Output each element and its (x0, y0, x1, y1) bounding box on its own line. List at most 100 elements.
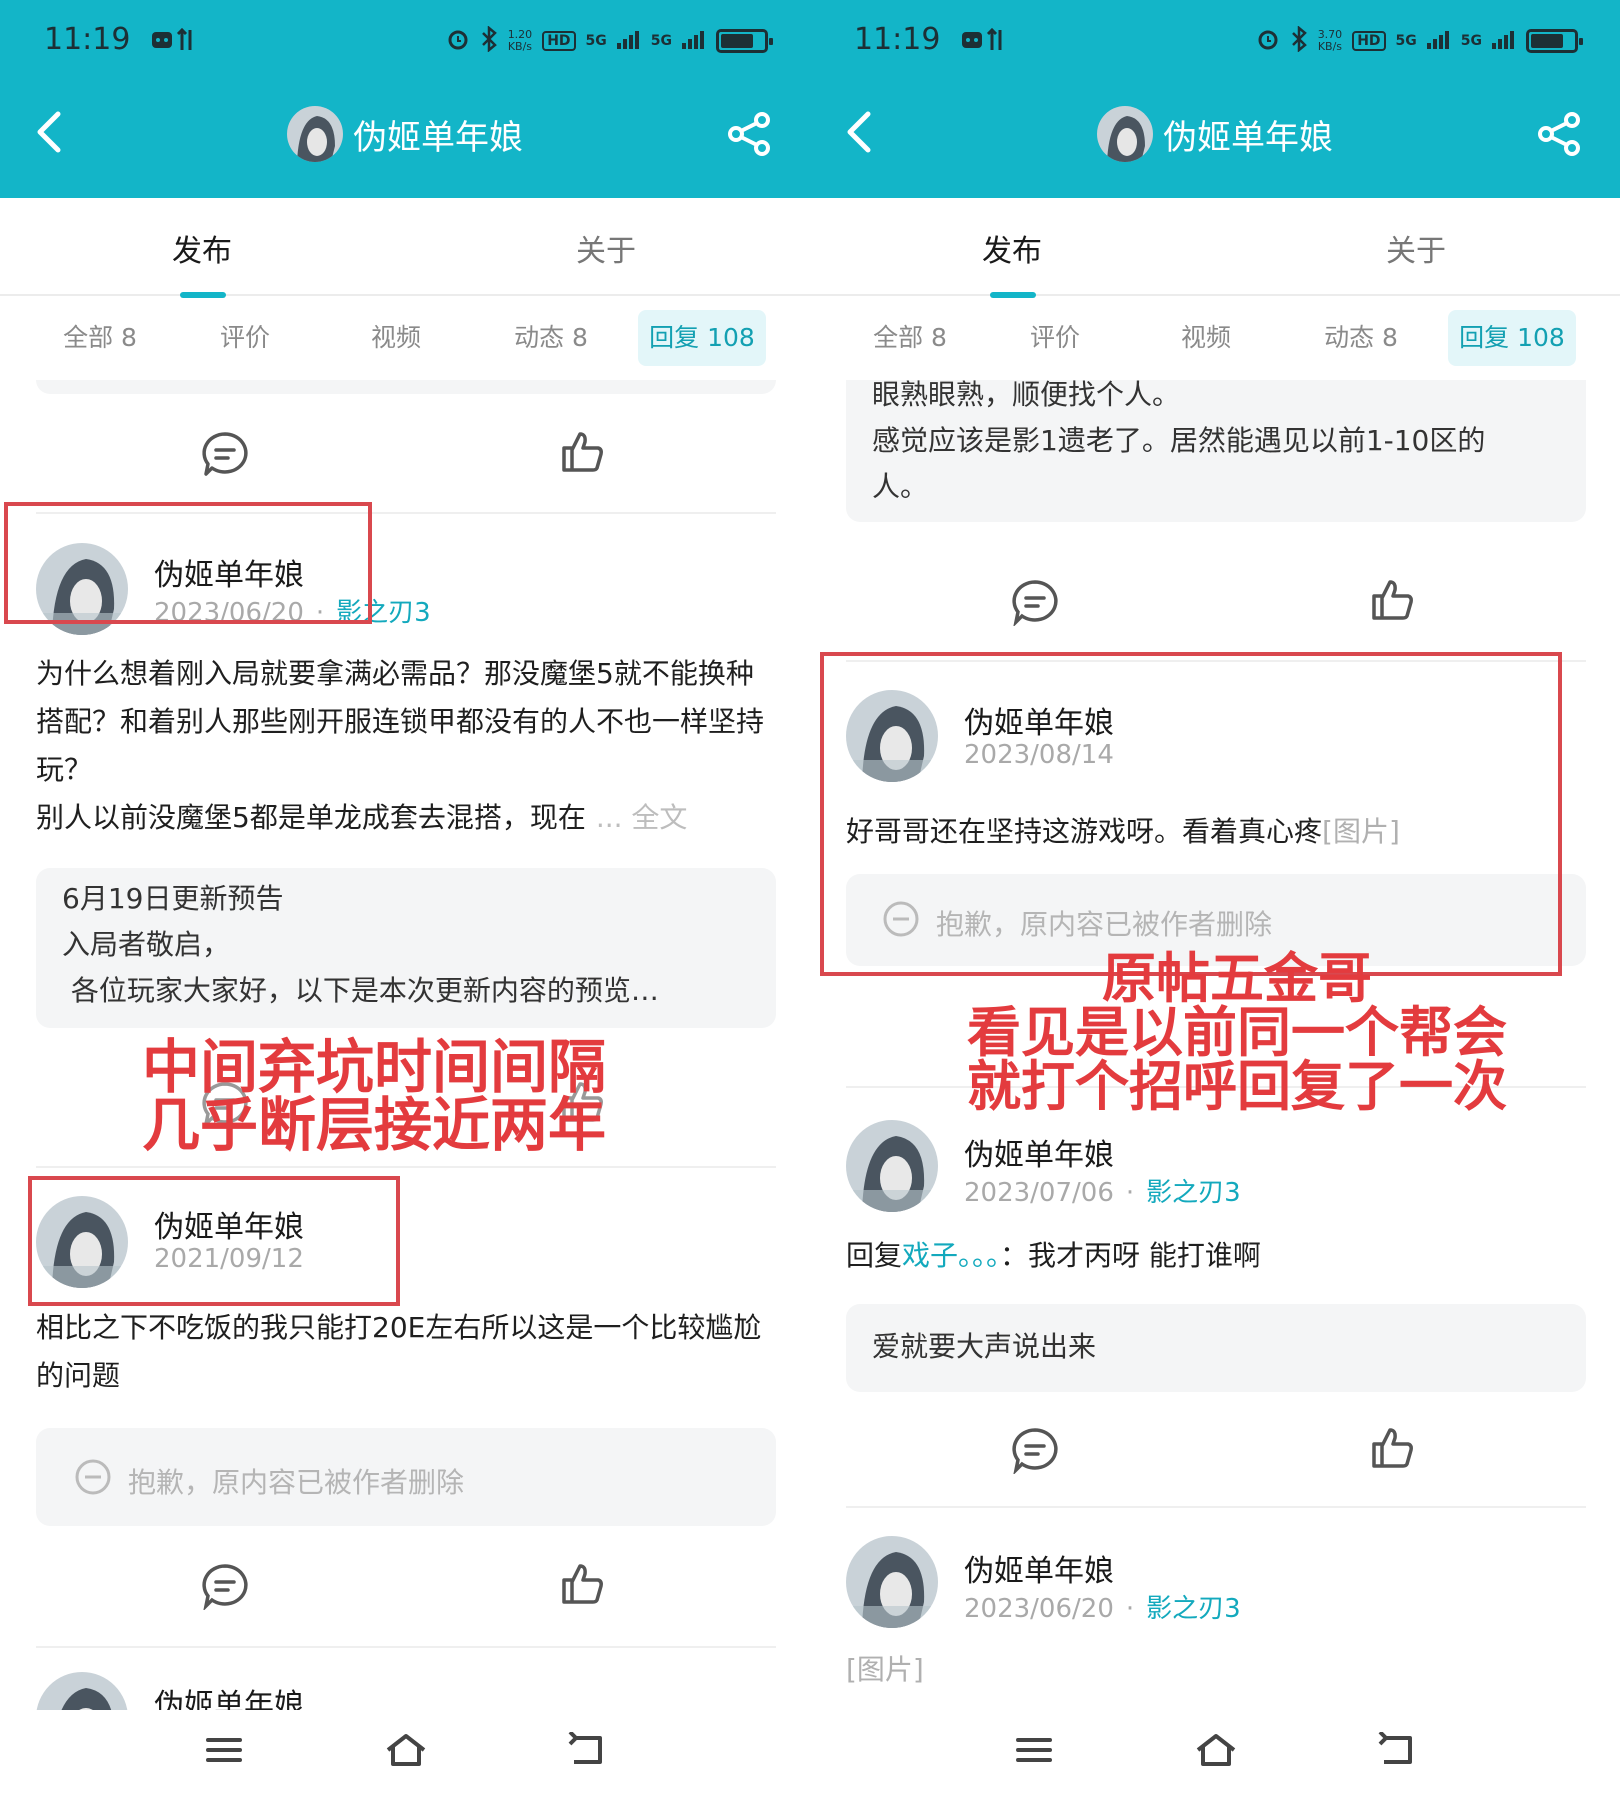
battery-icon (716, 29, 773, 53)
network-speed: 1.20 KB/s (508, 29, 533, 53)
annotation-line: 看见是以前同一个帮会 (967, 1001, 1507, 1064)
return-icon[interactable] (566, 1730, 606, 1772)
filter-moments[interactable]: 动态 8 (1310, 310, 1412, 366)
signal-5g-2: 5G (1460, 33, 1482, 49)
alarm-icon (1256, 27, 1280, 55)
tab-publish[interactable]: 发布 (982, 226, 1042, 270)
like-icon[interactable] (1368, 576, 1416, 628)
system-nav-bar (810, 1710, 1620, 1800)
post-author[interactable]: 伪姬单年娘 (154, 1680, 304, 1710)
like-icon[interactable] (558, 1560, 606, 1612)
tab-active-indicator (990, 292, 1036, 298)
page-title: 伪姬单年娘 (1163, 117, 1333, 158)
bluetooth-icon (1290, 25, 1308, 56)
divider (846, 1506, 1586, 1508)
avatar[interactable] (846, 1536, 938, 1628)
home-icon[interactable] (384, 1732, 428, 1772)
annotation-line: 原帖五金哥 (1102, 947, 1372, 1010)
signal-bars-icon (1492, 29, 1516, 53)
return-icon[interactable] (1376, 1730, 1416, 1772)
status-indicators: 3.70 KB/s HD 5G 5G (1256, 25, 1583, 56)
quote-text: 6月19日更新预告 入局者敬启， 各位玩家大家好，以下是本次更新内容的预览… (62, 876, 762, 1014)
left-screenshot: 11:19 1.20 KB/s HD 5G 5G 伪姬单年娘 发布 关于 全部 8… (0, 0, 810, 1800)
post-text-main: 为什么想着刚入局就要拿满必需品？那没魔堡5就不能换种搭配？和着别人那些刚开服连锁… (36, 657, 765, 786)
filter-replies[interactable]: 回复 108 (638, 310, 766, 366)
signal-5g-1: 5G (1395, 33, 1417, 49)
comment-icon[interactable] (1010, 1426, 1060, 1478)
like-icon[interactable] (558, 428, 606, 480)
filter-bar: 全部 8 评价 视频 动态 8 回复 108 (0, 310, 810, 366)
game-tag[interactable]: 影之刃3 (1146, 1594, 1241, 1624)
menu-icon[interactable] (204, 1732, 244, 1772)
status-bar: 11:19 1.20 KB/s HD 5G 5G (0, 0, 810, 86)
filter-all[interactable]: 全部 8 (50, 310, 150, 366)
read-more-link[interactable]: ... 全文 (596, 801, 688, 834)
game-tag[interactable]: 影之刃3 (1146, 1178, 1241, 1208)
home-icon[interactable] (1194, 1732, 1238, 1772)
post-text[interactable]: 回复戏子。。。：我才丙呀 能打谁啊 (846, 1232, 1586, 1280)
annotation-line: 几乎断层接近两年 (142, 1091, 607, 1159)
menu-icon[interactable] (1014, 1732, 1054, 1772)
filter-replies[interactable]: 回复 108 (1448, 310, 1576, 366)
status-time: 11:19 (44, 22, 131, 57)
divider (36, 1166, 776, 1168)
filter-videos[interactable]: 视频 (1166, 310, 1246, 366)
quote-line: 各位玩家大家好，以下是本次更新内容的预览… (62, 974, 659, 1007)
post-date: 2023/07/06 (964, 1178, 1114, 1208)
profile-title: 伪姬单年娘 (0, 106, 810, 162)
post-author[interactable]: 伪姬单年娘 (964, 1130, 1114, 1174)
avatar[interactable] (36, 1672, 128, 1710)
post-text[interactable]: 为什么想着刚入局就要拿满必需品？那没魔堡5就不能换种搭配？和着别人那些刚开服连锁… (36, 650, 776, 842)
filter-reviews[interactable]: 评价 (205, 310, 285, 366)
post-text[interactable]: 相比之下不吃饭的我只能打20E左右所以这是一个比较尴尬的问题 (36, 1304, 776, 1400)
status-indicators: 1.20 KB/s HD 5G 5G (446, 25, 773, 56)
filter-bar: 全部 8 评价 视频 动态 8 回复 108 (810, 310, 1620, 366)
alarm-icon (446, 27, 470, 55)
minus-circle-icon (74, 1458, 112, 1503)
status-time: 11:19 (854, 22, 941, 57)
filter-reviews[interactable]: 评价 (1015, 310, 1095, 366)
hd-badge: HD (542, 31, 576, 51)
comment-icon[interactable] (1010, 578, 1060, 630)
share-icon[interactable] (1538, 112, 1582, 160)
avatar (1097, 106, 1153, 162)
profile-tabs: 发布 关于 (810, 198, 1620, 296)
feed: 伪姬单年娘 2023/06/20 · 影之刃3 为什么想着刚入局就要拿满必需品？那没… (0, 380, 810, 1710)
filter-all[interactable]: 全部 8 (860, 310, 960, 366)
annotation-line: 就打个招呼回复了一次 (967, 1055, 1507, 1118)
image-tag[interactable]: [图片] (846, 1646, 924, 1694)
filter-moments[interactable]: 动态 8 (500, 310, 602, 366)
tab-publish[interactable]: 发布 (172, 226, 232, 270)
status-app-icons (150, 26, 200, 56)
post-author[interactable]: 伪姬单年娘 (964, 1546, 1114, 1590)
quote-line: 人。 (872, 470, 929, 503)
post-date: 2023/06/20 (964, 1594, 1114, 1624)
quote-line: 6月19日更新预告 (62, 882, 284, 915)
tab-about[interactable]: 关于 (1386, 226, 1446, 270)
signal-bars-icon (682, 29, 706, 53)
share-icon[interactable] (728, 112, 772, 160)
comment-icon[interactable] (200, 1562, 250, 1614)
highlight-box (28, 1176, 400, 1306)
quote-text: 眼熟眼熟，顺便找个人。 感觉应该是影1遗老了。居然能遇见以前1-10区的 人。 (872, 380, 1582, 510)
status-bar: 11:19 3.70 KB/s HD 5G 5G (810, 0, 1620, 86)
filter-videos[interactable]: 视频 (356, 310, 436, 366)
signal-bars-icon (616, 29, 641, 53)
like-icon[interactable] (1368, 1424, 1416, 1476)
annotation-text: 原帖五金哥 看见是以前同一个帮会 就打个招呼回复了一次 (882, 952, 1592, 1114)
avatar[interactable] (846, 1120, 938, 1212)
bluetooth-icon (480, 25, 498, 56)
deleted-text: 抱歉，原内容已被作者删除 (128, 1465, 465, 1499)
post-text-last: 别人以前没魔堡5都是单龙成套去混搭，现在 (36, 801, 586, 834)
quote-line: 入局者敬启， (62, 928, 231, 961)
annotation-line: 中间弃坑时间间隔 (142, 1033, 607, 1101)
tab-about[interactable]: 关于 (576, 226, 636, 270)
network-speed-unit: KB/s (507, 40, 533, 53)
post-meta: 2023/07/06 · 影之刃3 (964, 1178, 1241, 1208)
reply-prefix: 回复 (846, 1239, 903, 1272)
signal-bars-icon (1426, 29, 1451, 53)
battery-icon (1526, 29, 1583, 53)
system-nav-bar (0, 1710, 810, 1800)
reply-target-link[interactable]: 戏子。。。 (902, 1239, 1000, 1272)
comment-icon[interactable] (200, 430, 250, 482)
